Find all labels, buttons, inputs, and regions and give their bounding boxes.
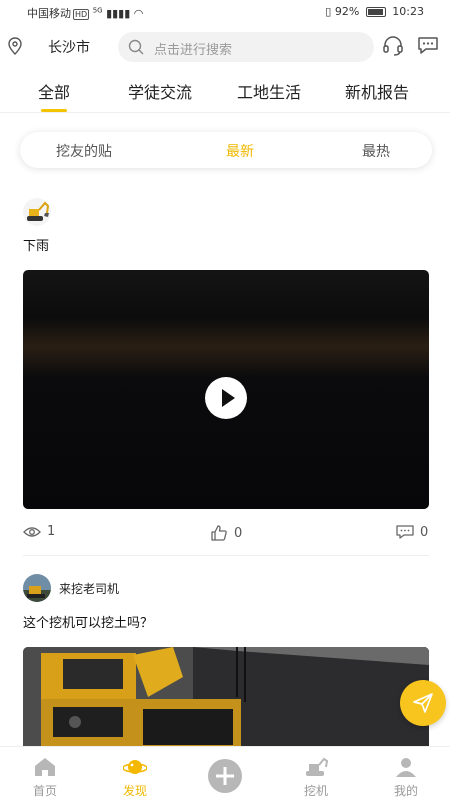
vibrate-icon: ▯ [325, 5, 332, 18]
tab-apprentice[interactable]: 学徒交流 [128, 79, 192, 103]
post-card[interactable]: 下雨 1 0 0 [23, 198, 429, 558]
nav-profile-label: 我的 [393, 784, 418, 798]
eye-icon [23, 526, 41, 537]
bottom-nav: 首页 发现 挖机 我的 [0, 746, 450, 801]
top-bar: 长沙市 点击进行搜索 [0, 28, 450, 66]
tab-all[interactable]: 全部 [38, 79, 70, 112]
sort-tabs: 挖友的贴 最新 最热 [20, 132, 432, 168]
excavator-photo [23, 647, 429, 746]
location-pin-icon[interactable] [7, 37, 23, 55]
clock: 10:23 [392, 5, 424, 18]
avatar-photo-icon [23, 574, 51, 602]
nav-excavator-label: 挖机 [303, 784, 328, 798]
user-icon [396, 758, 416, 777]
post-video[interactable] [23, 270, 429, 509]
home-icon [35, 758, 55, 776]
publish-button[interactable] [400, 680, 446, 726]
post-text: 下雨 [23, 239, 50, 254]
search-icon [128, 39, 144, 55]
subtab-latest[interactable]: 最新 [226, 141, 254, 161]
search-bar[interactable]: 点击进行搜索 [118, 32, 374, 62]
battery-percent: 92% [334, 5, 360, 18]
planet-icon [123, 760, 147, 774]
view-count: 1 [23, 524, 55, 539]
nav-post[interactable] [185, 747, 265, 801]
thumbs-up-icon [211, 525, 227, 541]
author-name[interactable]: 来挖老司机 [59, 580, 119, 597]
nav-discover-label: 发现 [122, 784, 147, 798]
avatar[interactable] [23, 198, 51, 226]
battery-icon [365, 7, 386, 17]
excavator-icon [306, 757, 328, 776]
nav-excavator[interactable]: 挖机 [276, 747, 356, 801]
like-button[interactable]: 0 [210, 524, 242, 542]
tab-new-machine[interactable]: 新机报告 [345, 79, 409, 103]
signal-icon: ▮▮▮▮ [106, 7, 131, 20]
comment-icon [396, 525, 414, 539]
status-bar: 中国移动 HD 5G ▮▮▮▮ ◠ ▯ 92% 10:23 [0, 0, 450, 26]
subtab-friends-posts[interactable]: 挖友的贴 [56, 141, 112, 161]
nav-discover[interactable]: 发现 [95, 747, 175, 801]
comment-count: 0 [420, 524, 429, 540]
headset-icon[interactable] [382, 35, 404, 57]
category-tabs: 全部 学徒交流 工地生活 新机报告 [0, 70, 450, 113]
nav-profile[interactable]: 我的 [366, 747, 446, 801]
network-label: 5G [92, 6, 103, 15]
carrier-label: 中国移动 [27, 7, 71, 20]
like-count: 0 [234, 525, 243, 541]
post-text: 这个挖机可以挖土吗？ [23, 616, 154, 631]
subtab-hottest[interactable]: 最热 [362, 141, 390, 161]
avatar[interactable] [23, 574, 51, 602]
post-card[interactable]: 来挖老司机 这个挖机可以挖土吗？ [23, 574, 429, 746]
play-icon[interactable] [205, 377, 247, 419]
comment-button[interactable]: 0 [396, 524, 428, 540]
view-count-value: 1 [47, 524, 56, 539]
nav-home[interactable]: 首页 [5, 747, 85, 801]
excavator-avatar-icon [23, 198, 51, 226]
nav-home-label: 首页 [32, 784, 57, 798]
paper-plane-icon [413, 693, 433, 713]
post-divider [23, 555, 429, 556]
hd-badge: HD [73, 9, 90, 20]
post-image[interactable] [23, 647, 429, 746]
message-icon[interactable] [417, 34, 439, 56]
search-placeholder: 点击进行搜索 [154, 43, 233, 58]
post-stats: 1 0 0 [23, 524, 429, 548]
plus-icon [208, 759, 242, 793]
tab-site-life[interactable]: 工地生活 [237, 79, 301, 103]
city-selector[interactable]: 长沙市 [48, 37, 90, 57]
wifi-icon: ◠ [133, 7, 144, 20]
